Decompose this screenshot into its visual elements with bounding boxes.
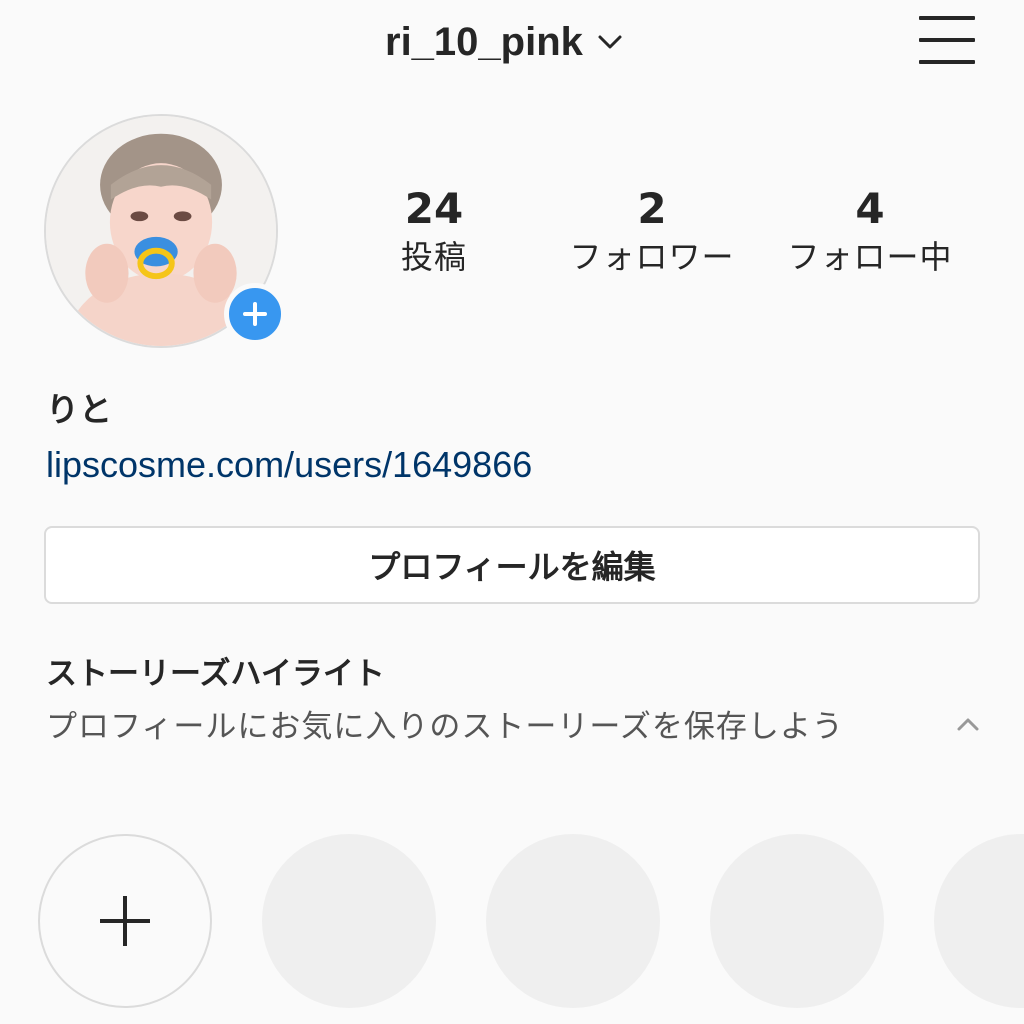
chevron-down-icon — [598, 35, 622, 49]
highlights-title: ストーリーズハイライト — [46, 656, 385, 692]
display-name: りと — [46, 390, 112, 429]
following-count[interactable]: 4 フォロー中 — [770, 182, 970, 278]
highlight-placeholder — [710, 834, 884, 1008]
followers-label: フォロワー — [569, 238, 735, 276]
highlight-placeholder — [486, 834, 660, 1008]
username: ri_10_pink — [385, 19, 583, 64]
account-switcher[interactable]: ri_10_pink — [385, 14, 623, 70]
highlight-placeholder — [262, 834, 436, 1008]
followers-number: 2 — [637, 184, 667, 233]
top-bar: ri_10_pink — [0, 0, 1024, 90]
followers-count[interactable]: 2 フォロワー — [552, 182, 752, 278]
website-link[interactable]: lipscosme.com/users/1649866 — [46, 442, 532, 488]
hamburger-menu-icon[interactable] — [915, 12, 979, 68]
posts-number: 24 — [404, 184, 464, 233]
new-highlight-button[interactable] — [38, 834, 212, 1008]
following-label: フォロー中 — [787, 238, 953, 276]
highlight-placeholder — [934, 834, 1024, 1008]
posts-count[interactable]: 24 投稿 — [334, 182, 534, 278]
add-story-plus-icon[interactable] — [224, 283, 286, 345]
posts-label: 投稿 — [400, 238, 467, 276]
chevron-up-icon[interactable] — [952, 708, 984, 740]
highlights-description: プロフィールにお気に入りのストーリーズを保存しよう — [46, 709, 844, 745]
edit-profile-button[interactable]: プロフィールを編集 — [44, 526, 980, 604]
profile-screen: ri_10_pink 24 投稿 2 フォロワー 4 フォロー中 りと lips… — [0, 0, 1024, 1024]
following-number: 4 — [855, 184, 885, 233]
